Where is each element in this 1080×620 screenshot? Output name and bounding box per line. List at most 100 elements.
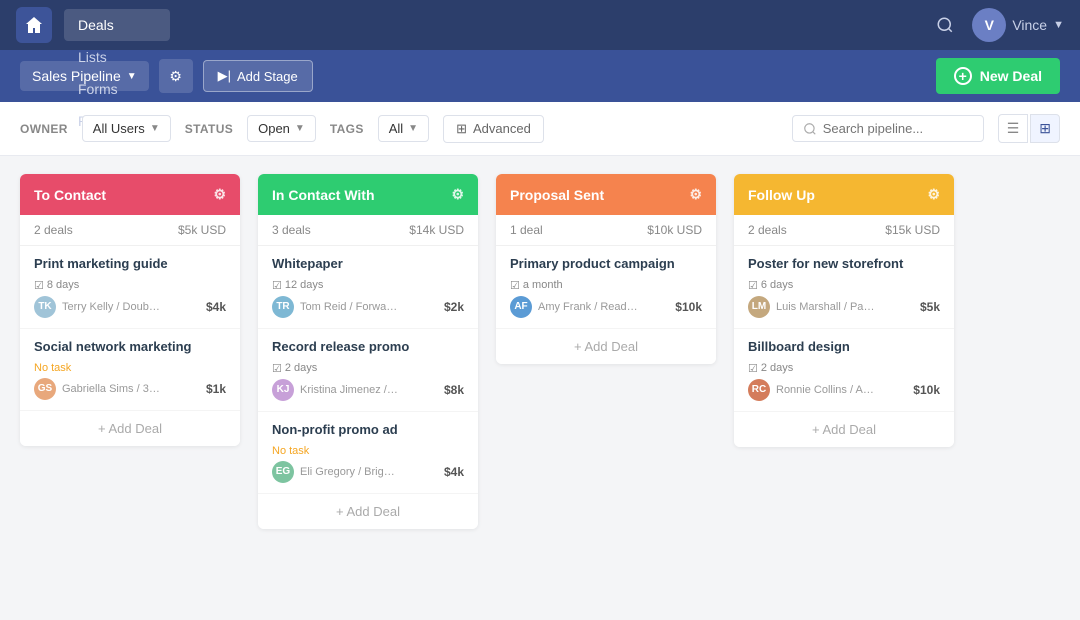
deals-total: $10k USD (647, 223, 702, 237)
person-avatar: LM (748, 296, 770, 318)
deal-person-row: LM Luis Marshall / Pathw... $5k (748, 296, 940, 318)
add-stage-icon: ▶| (218, 68, 231, 84)
person-avatar: AF (510, 296, 532, 318)
deals-count: 2 deals (748, 223, 787, 237)
task-check-icon: ☑ (272, 279, 282, 292)
column-follow-up: Follow Up⚙2 deals$15k USD Poster for new… (734, 174, 954, 447)
view-toggle: ☰ ⊞ (998, 114, 1060, 143)
deal-card[interactable]: Non-profit promo ad No task EG Eli Grego… (258, 412, 478, 494)
username-label: Vince (1012, 17, 1047, 33)
deal-card[interactable]: Print marketing guide ☑ 8 days TK Terry … (20, 246, 240, 329)
deal-card[interactable]: Social network marketing No task GS Gabr… (20, 329, 240, 411)
deal-amount: $1k (206, 382, 226, 396)
deal-person-row: TK Terry Kelly / Double Tr... $4k (34, 296, 226, 318)
pipeline-settings-button[interactable]: ⚙ (159, 59, 193, 93)
person-avatar: KJ (272, 379, 294, 401)
user-avatar: V (972, 8, 1006, 42)
add-deal-button[interactable]: + Add Deal (20, 411, 240, 446)
column-settings-icon[interactable]: ⚙ (689, 186, 702, 203)
status-arrow-icon: ▼ (295, 123, 305, 134)
owner-filter-select[interactable]: All Users ▼ (82, 115, 171, 142)
deals-count: 2 deals (34, 223, 73, 237)
deal-card[interactable]: Primary product campaign ☑ a month AF Am… (496, 246, 716, 329)
column-meta-in-contact: 3 deals$14k USD (258, 215, 478, 246)
column-title: In Contact With (272, 187, 375, 203)
column-settings-icon[interactable]: ⚙ (927, 186, 940, 203)
column-header-in-contact: In Contact With ⚙ (258, 174, 478, 215)
person-avatar: GS (34, 378, 56, 400)
deal-meta-row: ☑ 8 days (34, 279, 226, 292)
deal-person-row: RC Ronnie Collins / Acme ... $10k (748, 379, 940, 401)
person-label: Tom Reid / Forward S... (300, 301, 400, 313)
column-settings-icon[interactable]: ⚙ (213, 186, 226, 203)
add-deal-button[interactable]: + Add Deal (734, 412, 954, 447)
column-header-to-contact: To Contact⚙ (20, 174, 240, 215)
add-deal-button[interactable]: + Add Deal (258, 494, 478, 529)
no-task-badge: No task (272, 445, 309, 457)
column-title: Proposal Sent (510, 187, 604, 203)
owner-arrow-icon: ▼ (150, 123, 160, 134)
list-view-button[interactable]: ☰ (998, 114, 1029, 143)
home-button[interactable] (16, 7, 52, 43)
status-filter-label: STATUS (185, 122, 233, 136)
person-avatar: TK (34, 296, 56, 318)
deal-card[interactable]: Billboard design ☑ 2 days RC Ronnie Coll… (734, 329, 954, 412)
column-to-contact: To Contact⚙ 2 deals $5k USD Print marketin… (20, 174, 240, 446)
search-button[interactable] (930, 10, 960, 40)
deals-count: 3 deals (272, 223, 311, 237)
tags-filter-select[interactable]: All ▼ (378, 115, 429, 142)
add-stage-label: Add Stage (237, 69, 298, 84)
column-proposal-sent: Proposal Sent ⚙ 1 deal $10k USD Primary pro… (496, 174, 716, 364)
person-avatar: RC (748, 379, 770, 401)
column-header-proposal-sent: Proposal Sent ⚙ (496, 174, 716, 215)
deal-card[interactable]: Whitepaper ☑ 12 days TR Tom Reid / Forwa… (258, 246, 478, 329)
deals-board: To Contact⚙ 2 deals $5k USD Print marketin… (0, 156, 1080, 547)
deal-amount: $4k (444, 465, 464, 479)
deals-total: $15k USD (885, 223, 940, 237)
deal-card[interactable]: Poster for new storefront ☑ 6 days LM Lu… (734, 246, 954, 329)
deal-title: Primary product campaign (510, 256, 702, 273)
pipeline-selector[interactable]: Sales Pipeline ▼ (20, 61, 149, 91)
column-settings-icon[interactable]: ⚙ (451, 186, 464, 203)
search-box[interactable] (792, 115, 984, 142)
status-filter-select[interactable]: Open ▼ (247, 115, 316, 142)
deal-amount: $4k (206, 300, 226, 314)
deal-person: LM Luis Marshall / Pathw... (748, 296, 876, 318)
pipeline-arrow-icon: ▼ (127, 71, 137, 82)
advanced-filter-button[interactable]: ⊞ Advanced (443, 115, 544, 143)
add-stage-button[interactable]: ▶| Add Stage (203, 60, 313, 92)
task-check-icon: ☑ (748, 279, 758, 292)
user-menu[interactable]: V Vince ▼ (964, 8, 1064, 42)
task-check-icon: ☑ (748, 362, 758, 375)
column-meta-proposal-sent: 1 deal $10k USD (496, 215, 716, 246)
tags-filter-value: All (389, 121, 403, 136)
deal-title: Social network marketing (34, 339, 226, 356)
task-badge: ☑ 12 days (272, 279, 323, 292)
deal-person-row: AF Amy Frank / Ready Sp... $10k (510, 296, 702, 318)
new-deal-button[interactable]: + New Deal (936, 58, 1060, 94)
deals-count: 1 deal (510, 223, 543, 237)
deal-title: Non-profit promo ad (272, 422, 464, 439)
status-filter-value: Open (258, 121, 290, 136)
deal-title: Billboard design (748, 339, 940, 356)
no-task-badge: No task (34, 362, 71, 374)
person-label: Luis Marshall / Pathw... (776, 301, 876, 313)
tags-filter-label: TAGS (330, 122, 364, 136)
deals-total: $5k USD (178, 223, 226, 237)
deal-meta-row: No task (272, 445, 464, 457)
deal-meta-row: ☑ 6 days (748, 279, 940, 292)
nav-item-automations[interactable]: Automations (64, 0, 170, 9)
person-label: Kristina Jimenez / Dap... (300, 384, 400, 396)
search-input[interactable] (823, 121, 973, 136)
person-avatar: TR (272, 296, 294, 318)
new-deal-label: New Deal (980, 68, 1042, 84)
board-view-button[interactable]: ⊞ (1030, 114, 1060, 143)
deal-amount: $2k (444, 300, 464, 314)
nav-item-deals[interactable]: Deals (64, 9, 170, 41)
deal-title: Poster for new storefront (748, 256, 940, 273)
deal-person: KJ Kristina Jimenez / Dap... (272, 379, 400, 401)
deal-card[interactable]: Record release promo ☑ 2 days KJ Kristin… (258, 329, 478, 412)
advanced-filter-label: Advanced (473, 121, 531, 136)
deal-meta-row: ☑ 2 days (748, 362, 940, 375)
add-deal-button[interactable]: + Add Deal (496, 329, 716, 364)
